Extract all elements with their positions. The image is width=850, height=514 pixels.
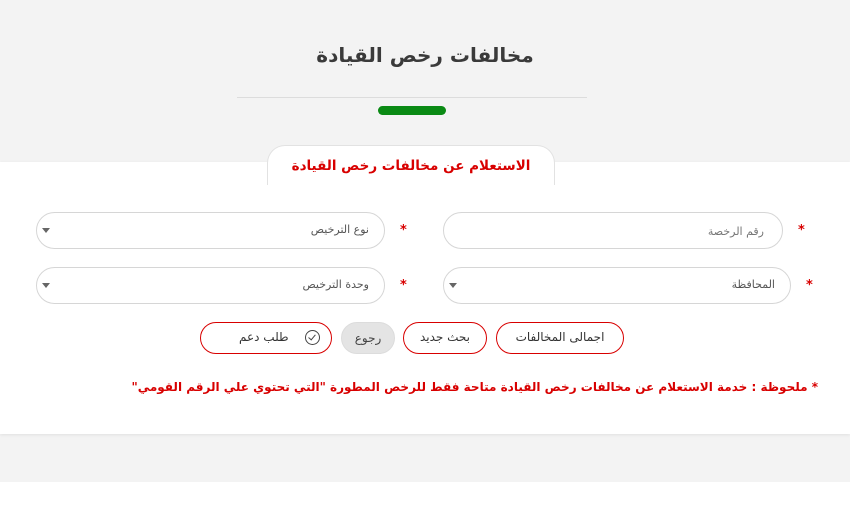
chevron-down-icon	[42, 228, 50, 233]
form-heading: الاستعلام عن مخالفات رخص القيادة	[291, 158, 531, 174]
license-number-input[interactable]	[458, 222, 764, 240]
licensing-unit-selected: وحدة الترخيص	[302, 278, 369, 291]
support-request-button[interactable]: طلب دعم	[200, 322, 332, 354]
chevron-down-icon	[449, 283, 457, 288]
new-search-button[interactable]: بحث جديد	[403, 322, 487, 354]
back-button[interactable]: رجوع	[341, 322, 395, 354]
license-type-select[interactable]: نوع الترخيص	[36, 212, 385, 249]
title-divider	[237, 97, 587, 98]
support-request-label: طلب دعم	[239, 330, 289, 344]
license-number-field[interactable]	[443, 212, 783, 249]
total-violations-button[interactable]: اجمالى المخالفات	[496, 322, 624, 354]
title-accent-bar	[378, 106, 446, 115]
required-mark-licensing-unit: *	[400, 278, 407, 293]
governorate-select[interactable]: المحافظة	[443, 267, 791, 304]
page-title: مخالفات رخص القيادة	[316, 43, 534, 67]
service-note: * ملحوظة : خدمة الاستعلام عن مخالفات رخص…	[131, 380, 818, 394]
required-mark-governorate: *	[806, 278, 813, 293]
required-mark-license-number: *	[798, 223, 805, 238]
license-type-selected: نوع الترخيص	[310, 223, 369, 236]
governorate-selected: المحافظة	[731, 278, 775, 291]
check-circle-icon	[305, 330, 320, 345]
chevron-down-icon	[42, 283, 50, 288]
required-mark-license-type: *	[400, 223, 407, 238]
licensing-unit-select[interactable]: وحدة الترخيص	[36, 267, 385, 304]
footer-band	[0, 482, 850, 514]
